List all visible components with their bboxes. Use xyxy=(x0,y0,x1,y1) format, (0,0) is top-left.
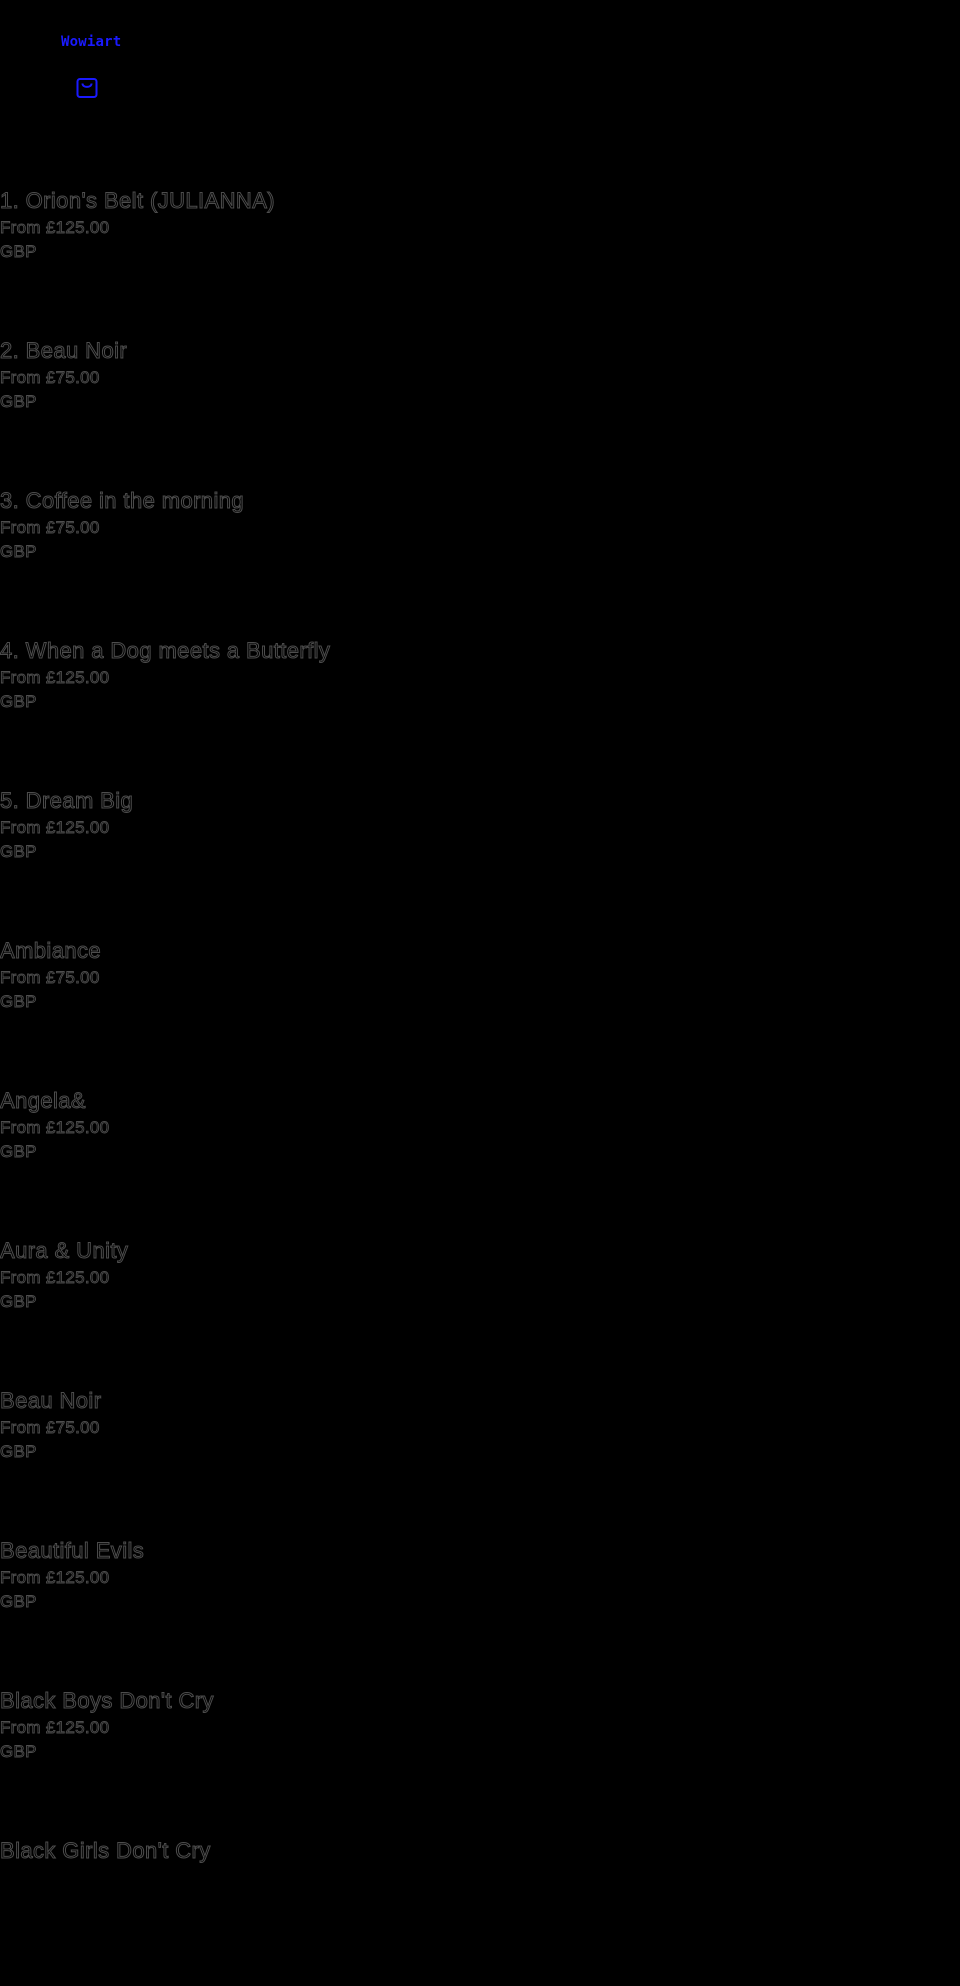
product-item: Black Boys Don't Cry From £125.00 GBP xyxy=(0,1686,960,1836)
product-price: From £75.00 xyxy=(0,518,100,538)
product-currency: GBP xyxy=(0,1142,37,1162)
product-price: From £125.00 xyxy=(0,1268,110,1288)
product-item: 2. Beau Noir From £75.00 GBP xyxy=(0,336,960,486)
product-currency: GBP xyxy=(0,692,37,712)
product-price: From £75.00 xyxy=(0,368,100,388)
product-title-link[interactable]: 2. Beau Noir xyxy=(0,336,960,366)
product-title-link[interactable]: Beau Noir xyxy=(0,1386,960,1416)
product-price: From £75.00 xyxy=(0,968,100,988)
product-title-link[interactable]: Black Girls Don't Cry xyxy=(0,1836,960,1866)
product-item: 3. Coffee in the morning From £75.00 GBP xyxy=(0,486,960,636)
product-item: Beau Noir From £75.00 GBP xyxy=(0,1386,960,1536)
product-currency: GBP xyxy=(0,1742,37,1762)
product-title-link[interactable]: 5. Dream Big xyxy=(0,786,960,816)
product-currency: GBP xyxy=(0,1442,37,1462)
product-item: 5. Dream Big From £125.00 GBP xyxy=(0,786,960,936)
product-title-link[interactable]: Angela& xyxy=(0,1086,960,1116)
product-currency: GBP xyxy=(0,1592,37,1612)
product-currency: GBP xyxy=(0,992,37,1012)
product-currency: GBP xyxy=(0,842,37,862)
product-item: Black Girls Don't Cry xyxy=(0,1836,960,1986)
product-title-link[interactable]: Beautiful Evils xyxy=(0,1536,960,1566)
product-item: Beautiful Evils From £125.00 GBP xyxy=(0,1536,960,1686)
product-item: Ambiance From £75.00 GBP xyxy=(0,936,960,1086)
product-title-link[interactable]: 3. Coffee in the morning xyxy=(0,486,960,516)
product-currency: GBP xyxy=(0,242,37,262)
product-currency: GBP xyxy=(0,1292,37,1312)
cart-button[interactable] xyxy=(74,74,100,100)
product-title-link[interactable]: Black Boys Don't Cry xyxy=(0,1686,960,1716)
product-price: From £125.00 xyxy=(0,218,110,238)
product-price: From £125.00 xyxy=(0,818,110,838)
product-title-link[interactable]: 1. Orion's Belt (JULIANNA) xyxy=(0,186,960,216)
product-currency: GBP xyxy=(0,542,37,562)
shopping-bag-icon xyxy=(76,78,98,98)
product-item: Angela& From £125.00 GBP xyxy=(0,1086,960,1236)
product-title-link[interactable]: Ambiance xyxy=(0,936,960,966)
product-title-link[interactable]: 4. When a Dog meets a Butterfly xyxy=(0,636,960,666)
site-header: Wowiart xyxy=(0,0,960,120)
product-price: From £125.00 xyxy=(0,1718,110,1738)
brand-link[interactable]: Wowiart xyxy=(61,34,121,50)
product-item: 1. Orion's Belt (JULIANNA) From £125.00 … xyxy=(0,186,960,336)
product-item: 4. When a Dog meets a Butterfly From £12… xyxy=(0,636,960,786)
product-title-link[interactable]: Aura & Unity xyxy=(0,1236,960,1266)
product-price: From £125.00 xyxy=(0,1118,110,1138)
product-price: From £75.00 xyxy=(0,1418,100,1438)
product-price: From £125.00 xyxy=(0,1568,110,1588)
product-price: From £125.00 xyxy=(0,668,110,688)
product-list: 1. Orion's Belt (JULIANNA) From £125.00 … xyxy=(0,186,960,1986)
product-currency: GBP xyxy=(0,392,37,412)
product-item: Aura & Unity From £125.00 GBP xyxy=(0,1236,960,1386)
